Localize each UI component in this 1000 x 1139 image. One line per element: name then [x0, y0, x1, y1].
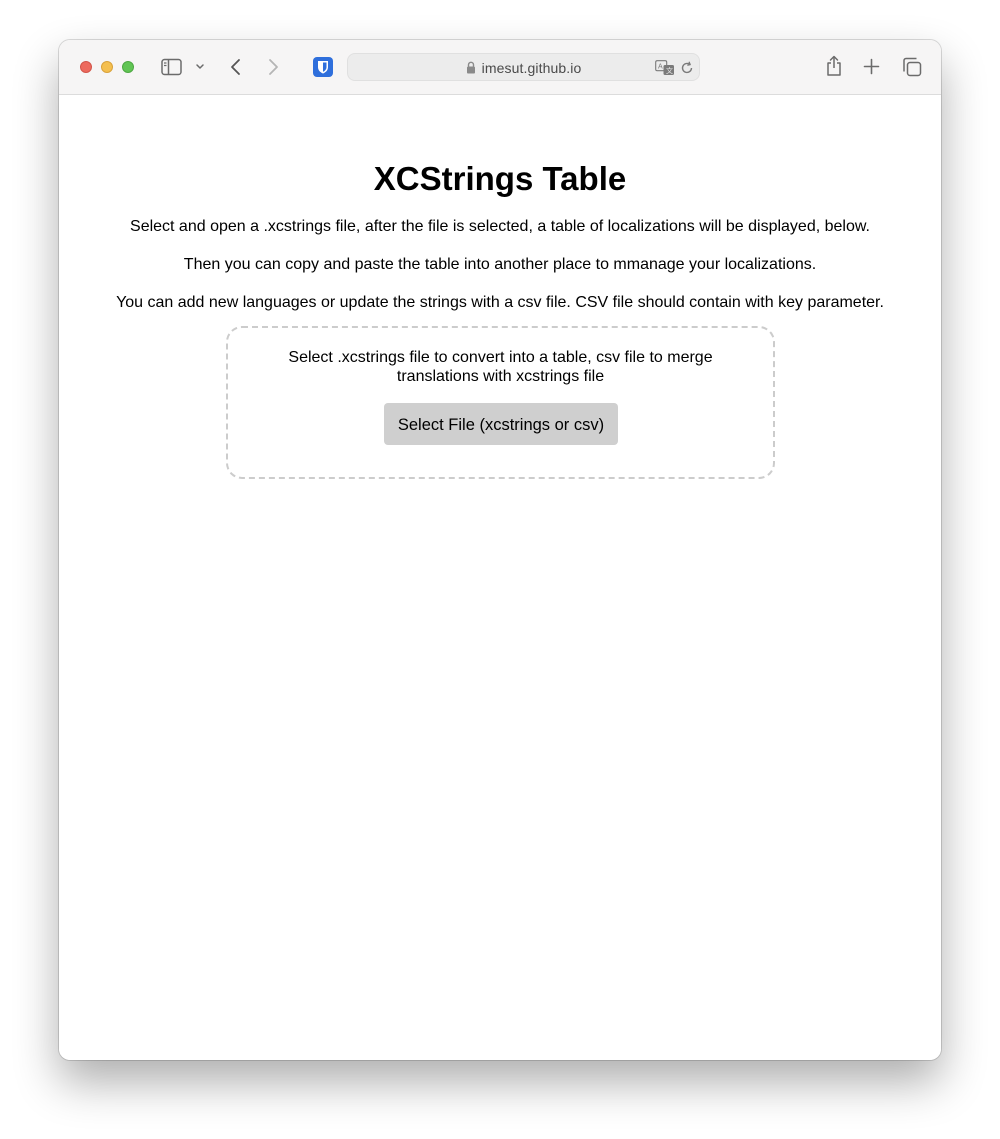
minimize-window-button[interactable] [101, 61, 113, 73]
bitwarden-extension-icon[interactable] [313, 57, 333, 77]
csv-info-paragraph: You can add new languages or update the … [116, 294, 884, 311]
page-title: XCStrings Table [373, 160, 627, 197]
chevron-down-icon[interactable] [195, 63, 205, 71]
lock-icon [466, 61, 476, 77]
file-drop-zone[interactable]: Select .xcstrings file to convert into a… [226, 326, 775, 479]
select-file-button[interactable]: Select File (xcstrings or csv) [384, 403, 618, 445]
address-url-text: imesut.github.io [481, 60, 582, 76]
svg-text:A: A [658, 64, 663, 71]
zoom-window-button[interactable] [122, 61, 134, 73]
translate-icon[interactable]: A文 [655, 60, 675, 76]
address-bar[interactable]: imesut.github.io A文 [347, 53, 700, 81]
browser-window: imesut.github.io A文 XCStrings Table Sele… [59, 40, 941, 1060]
share-icon[interactable] [825, 55, 843, 77]
back-arrow-icon[interactable] [229, 57, 243, 77]
copy-paste-paragraph: Then you can copy and paste the table in… [183, 256, 817, 273]
close-window-button[interactable] [80, 61, 92, 73]
drop-zone-hint: Select .xcstrings file to convert into a… [288, 349, 713, 385]
tabs-overview-icon[interactable] [902, 57, 922, 77]
page-content: XCStrings Table Select and open a .xcstr… [59, 95, 941, 1060]
reload-icon[interactable] [680, 61, 694, 75]
svg-text:文: 文 [666, 66, 673, 75]
forward-arrow-icon[interactable] [266, 57, 280, 77]
new-tab-plus-icon[interactable] [863, 58, 880, 75]
intro-paragraph: Select and open a .xcstrings file, after… [130, 218, 870, 235]
browser-toolbar: imesut.github.io A文 [59, 40, 941, 95]
sidebar-icon[interactable] [161, 58, 182, 76]
